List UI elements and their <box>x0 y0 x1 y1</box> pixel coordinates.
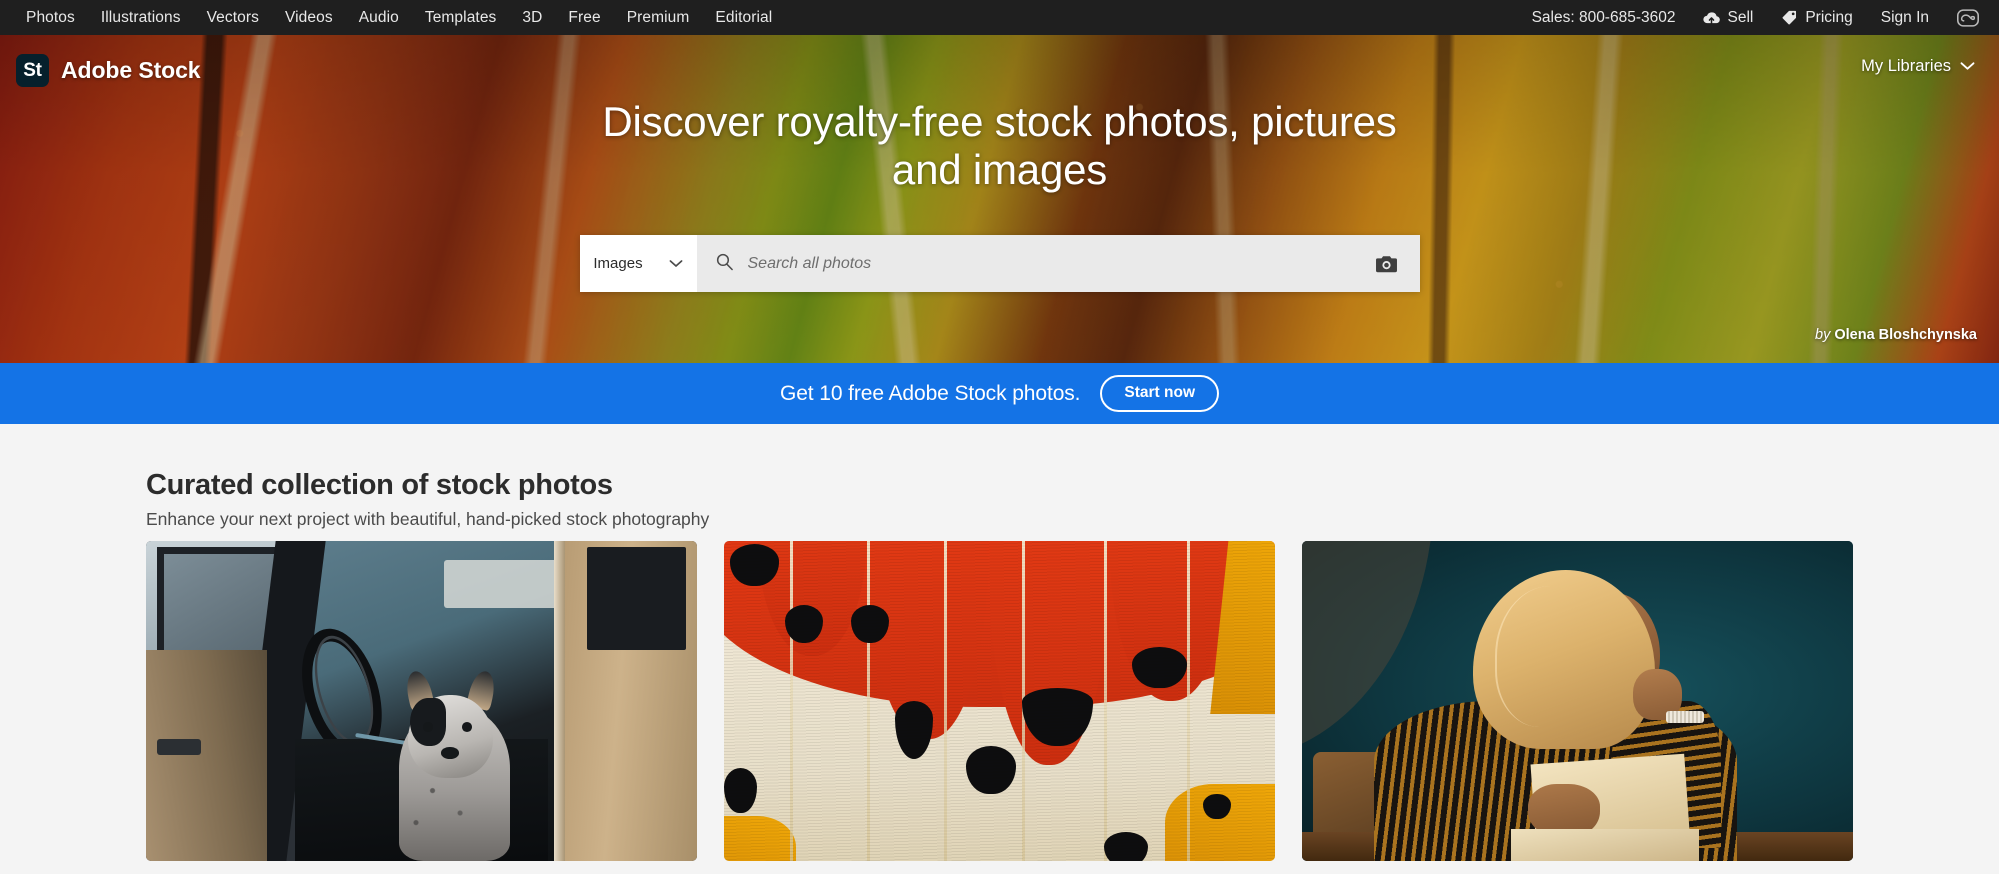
search-bar: Images Search all photos <box>579 235 1420 292</box>
hero-scrim <box>0 35 1999 363</box>
dog-in-car-photo <box>146 541 697 861</box>
creative-cloud-icon[interactable] <box>1943 8 1985 27</box>
nav-photos[interactable]: Photos <box>13 0 88 35</box>
section-subheading: Enhance your next project with beautiful… <box>146 509 710 529</box>
page-title: Discover royalty-free stock photos, pict… <box>0 98 1999 195</box>
photo-attribution: by Olena Bloshchynska <box>1815 327 1977 343</box>
chevron-down-icon <box>669 255 683 272</box>
my-libraries-label: My Libraries <box>1861 57 1951 75</box>
search-type-dropdown[interactable]: Images <box>579 235 697 292</box>
start-now-button[interactable]: Start now <box>1100 375 1220 412</box>
nav-audio[interactable]: Audio <box>346 0 412 35</box>
sell-link[interactable]: Sell <box>1689 0 1767 35</box>
sales-phone: Sales: 800-685-3602 <box>1531 9 1676 26</box>
nav-vectors[interactable]: Vectors <box>194 0 272 35</box>
nav-free[interactable]: Free <box>555 0 613 35</box>
attribution-artist-name: Olena Bloshchynska <box>1834 327 1977 343</box>
butterfly-wing-photo <box>724 541 1275 861</box>
sign-in-link[interactable]: Sign In <box>1867 0 1943 35</box>
nav-3d[interactable]: 3D <box>509 0 555 35</box>
photo-card-grid <box>146 541 1853 861</box>
my-libraries-dropdown[interactable]: My Libraries <box>1861 57 1975 76</box>
promo-banner: Get 10 free Adobe Stock photos. Start no… <box>0 363 1999 424</box>
nav-illustrations[interactable]: Illustrations <box>88 0 194 35</box>
nav-videos[interactable]: Videos <box>272 0 346 35</box>
card-butterfly-wing[interactable] <box>724 541 1275 861</box>
search-type-label: Images <box>593 255 643 272</box>
global-top-nav: Photos Illustrations Vectors Videos Audi… <box>0 0 1999 35</box>
hero-banner: St Adobe Stock My Libraries Discover roy… <box>0 35 1999 363</box>
nav-templates[interactable]: Templates <box>412 0 510 35</box>
chevron-down-icon <box>1960 57 1975 76</box>
pricing-link[interactable]: Pricing <box>1767 0 1866 35</box>
card-woman-with-books[interactable] <box>1302 541 1853 861</box>
magnifier-icon <box>715 252 734 276</box>
section-heading: Curated collection of stock photos <box>146 469 613 501</box>
promo-message: Get 10 free Adobe Stock photos. <box>779 381 1081 405</box>
adobe-stock-logo[interactable]: St Adobe Stock <box>16 54 201 87</box>
account-utility-nav: Sales: 800-685-3602 Sell Pricing Sign In <box>1518 0 1985 35</box>
curated-collection-section: Curated collection of stock photos Enhan… <box>0 424 1999 874</box>
primary-category-nav: Photos Illustrations Vectors Videos Audi… <box>13 0 785 35</box>
woman-with-books-photo <box>1302 541 1853 861</box>
hero-title-line-2: and images <box>891 146 1108 194</box>
hero-title-line-1: Discover royalty-free stock photos, pict… <box>602 98 1397 145</box>
price-tag-icon <box>1781 9 1798 26</box>
stock-app-icon: St <box>16 54 49 87</box>
nav-premium[interactable]: Premium <box>614 0 703 35</box>
attribution-prefix: by <box>1815 327 1831 343</box>
search-input-region[interactable]: Search all photos <box>697 235 1420 292</box>
camera-icon[interactable] <box>1372 249 1402 279</box>
pricing-label: Pricing <box>1805 9 1853 26</box>
sell-label: Sell <box>1727 9 1754 26</box>
search-input[interactable]: Search all photos <box>748 255 1358 273</box>
brand-name-label: Adobe Stock <box>61 57 201 83</box>
nav-editorial[interactable]: Editorial <box>702 0 785 35</box>
upload-cloud-icon <box>1703 9 1721 26</box>
card-dog-in-car[interactable] <box>146 541 697 861</box>
